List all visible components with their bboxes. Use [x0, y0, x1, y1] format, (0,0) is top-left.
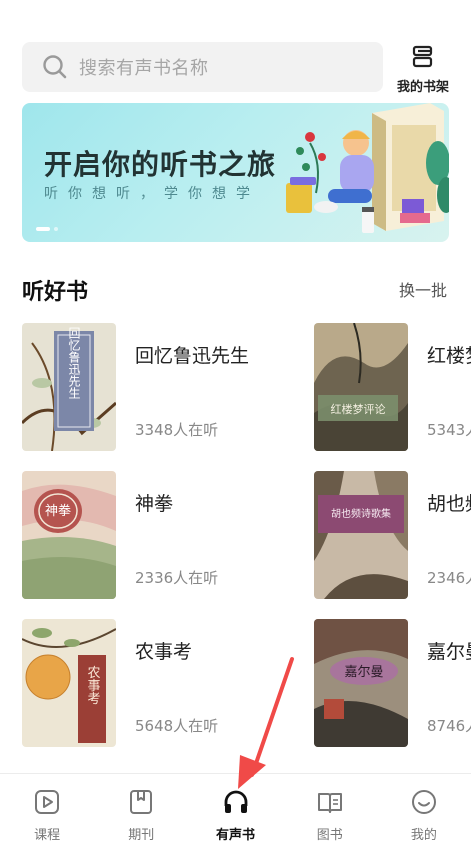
- book-cover-image: 胡也频诗歌集: [314, 471, 408, 599]
- book-card[interactable]: 农事考 农事考 5648人在听: [22, 619, 242, 749]
- smiley-profile-icon: [411, 790, 436, 814]
- book-listener-count: 5343人: [427, 421, 471, 439]
- search-placeholder: 搜索有声书名称: [79, 58, 209, 79]
- cover-title: 农事考: [85, 666, 101, 705]
- section-title: 听好书: [22, 279, 89, 305]
- open-book-icon: [317, 793, 342, 813]
- nav-item-profile[interactable]: 我的: [377, 774, 471, 843]
- bookmark-journal-icon: [130, 790, 153, 814]
- book-cover-image: 神拳: [22, 471, 116, 599]
- book-title: 嘉尔曼: [427, 641, 471, 663]
- banner-illustration: [286, 103, 449, 233]
- book-title: 红楼梦: [427, 345, 471, 367]
- banner-title: 开启你的听书之旅: [44, 148, 277, 181]
- banner-dot: [54, 227, 58, 231]
- search-icon: [43, 55, 67, 79]
- promo-banner[interactable]: 开启你的听书之旅 听你想听，学你想学: [22, 103, 449, 242]
- book-listener-count: 3348人在听: [135, 421, 219, 439]
- book-listener-count: 2336人在听: [135, 569, 219, 587]
- nav-item-courses[interactable]: 课程: [0, 774, 94, 843]
- book-listener-count: 5648人在听: [135, 717, 219, 735]
- book-title: 回忆鲁迅先生: [135, 345, 250, 367]
- nav-label: 课程: [34, 828, 61, 843]
- cover-title: 嘉尔曼: [344, 665, 383, 680]
- annotation-arrow-icon: [238, 657, 294, 789]
- book-title: 神拳: [135, 493, 174, 515]
- my-bookshelf-button[interactable]: 我的书架: [388, 40, 458, 96]
- book-cover-image: 回忆鲁迅先生: [22, 323, 116, 451]
- book-title: 农事考: [135, 641, 193, 663]
- book-card[interactable]: 回忆鲁迅先生 回忆鲁迅先生 3348人在听: [22, 323, 249, 453]
- nav-item-journals[interactable]: 期刊: [94, 774, 188, 843]
- my-bookshelf-label: 我的书架: [396, 80, 449, 95]
- book-cover-image: 嘉尔曼: [314, 619, 408, 747]
- cover-title: 红楼梦评论: [331, 402, 386, 416]
- cover-title: 胡也频诗歌集: [331, 507, 391, 520]
- book-card[interactable]: 嘉尔曼 嘉尔曼 8746人: [314, 619, 471, 749]
- book-card[interactable]: 神拳 神拳 2336人在听: [22, 471, 242, 601]
- nav-label: 有声书: [216, 828, 256, 843]
- book-cover-image: 农事考: [22, 619, 116, 747]
- cover-title: 回忆鲁迅先生: [67, 327, 81, 399]
- book-listener-count: 8746人: [427, 717, 471, 735]
- book-listener-count: 2346人: [427, 569, 471, 587]
- banner-dot-active: [36, 227, 50, 231]
- nav-label: 期刊: [128, 828, 155, 843]
- nav-label: 图书: [316, 828, 343, 843]
- book-card[interactable]: 红楼梦评论 红楼梦 5343人: [314, 323, 471, 453]
- nav-label: 我的: [410, 828, 437, 843]
- banner-subtitle: 听你想听，学你想学: [44, 186, 260, 202]
- book-cover-image: 红楼梦评论: [314, 323, 408, 451]
- book-title: 胡也频: [427, 493, 471, 515]
- bookshelf-icon: [412, 45, 433, 68]
- search-input[interactable]: 搜索有声书名称: [22, 42, 383, 92]
- book-card[interactable]: 胡也频诗歌集 胡也频 2346人: [314, 471, 471, 601]
- play-course-icon: [35, 790, 60, 814]
- cover-title: 神拳: [45, 503, 71, 519]
- banner-pagination: [36, 227, 58, 231]
- search-row: 搜索有声书名称 我的书架: [0, 0, 471, 102]
- refresh-batch-button[interactable]: 换一批: [399, 277, 447, 301]
